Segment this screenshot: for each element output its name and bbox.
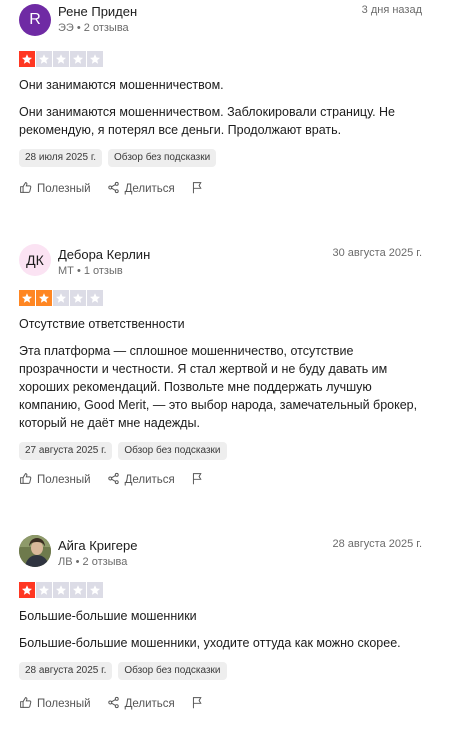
profile-photo-image [19, 535, 51, 567]
star-empty-icon [87, 51, 103, 67]
review-tags: 28 июля 2025 г. Обзор без подсказки [19, 149, 419, 167]
star-empty-icon [53, 51, 69, 67]
share-label: Делиться [124, 183, 175, 195]
review-body: Эта платформа — сплошное мошенничество, … [19, 344, 418, 430]
review-header: ДК Дебора Керлин МТ • 1 отзыв 30 августа… [19, 244, 422, 280]
review-title[interactable]: Они занимаются мошенничеством. [19, 77, 419, 93]
share-button[interactable]: Делиться [107, 696, 175, 712]
flag-icon [191, 181, 204, 197]
reviewer-name[interactable]: Рене Приден [58, 4, 137, 19]
star-filled-icon [19, 51, 35, 67]
report-button[interactable] [191, 696, 204, 712]
star-empty-icon [87, 582, 103, 598]
useful-button[interactable]: Полезный [19, 472, 91, 488]
thumbs-up-icon [19, 696, 32, 712]
useful-button[interactable]: Полезный [19, 181, 91, 197]
star-rating [19, 290, 419, 306]
review-body: Большие-большие мошенники, уходите оттуд… [19, 636, 401, 650]
review-date: 3 дня назад [361, 4, 422, 16]
review-type-tag[interactable]: Обзор без подсказки [108, 149, 217, 167]
review-date: 28 августа 2025 г. [332, 538, 422, 550]
experience-date-tag: 27 августа 2025 г. [19, 442, 113, 460]
thumbs-up-icon [19, 181, 32, 197]
useful-button[interactable]: Полезный [19, 696, 91, 712]
avatar[interactable]: ДК [19, 244, 51, 276]
share-icon [107, 472, 120, 488]
star-empty-icon [53, 290, 69, 306]
avatar[interactable]: R [19, 4, 51, 36]
star-filled-icon [19, 582, 35, 598]
star-filled-icon [36, 290, 52, 306]
reviewer-meta: МТ • 1 отзыв [58, 265, 123, 277]
star-empty-icon [36, 582, 52, 598]
star-empty-icon [87, 290, 103, 306]
useful-label: Полезный [37, 698, 91, 710]
star-empty-icon [70, 582, 86, 598]
review-actions: Полезный Делиться [19, 181, 220, 197]
useful-label: Полезный [37, 474, 91, 486]
review-body: Они занимаются мошенничеством. Заблокиро… [19, 105, 396, 137]
flag-icon [191, 472, 204, 488]
review-actions: Полезный Делиться [19, 696, 220, 712]
avatar-initials: ДК [26, 252, 44, 268]
star-filled-icon [19, 290, 35, 306]
review-tags: 28 августа 2025 г. Обзор без подсказки [19, 662, 419, 680]
review-card: R Рене Приден ЭЭ • 2 отзыва 3 дня назад … [19, 4, 422, 167]
review-actions: Полезный Делиться [19, 472, 220, 488]
star-rating [19, 51, 419, 67]
share-icon [107, 696, 120, 712]
share-label: Делиться [124, 474, 175, 486]
share-icon [107, 181, 120, 197]
review-header: R Рене Приден ЭЭ • 2 отзыва 3 дня назад [19, 4, 422, 40]
useful-label: Полезный [37, 183, 91, 195]
review-date: 30 августа 2025 г. [332, 247, 422, 259]
share-button[interactable]: Делиться [107, 472, 175, 488]
review-card: ДК Дебора Керлин МТ • 1 отзыв 30 августа… [19, 244, 422, 460]
star-empty-icon [70, 290, 86, 306]
star-empty-icon [53, 582, 69, 598]
share-label: Делиться [124, 698, 175, 710]
experience-date-tag: 28 августа 2025 г. [19, 662, 113, 680]
review-header: Айга Кригере ЛВ • 2 отзыва 28 августа 20… [19, 535, 422, 571]
review-card: Айга Кригере ЛВ • 2 отзыва 28 августа 20… [19, 535, 422, 680]
review-tags: 27 августа 2025 г. Обзор без подсказки [19, 442, 419, 460]
flag-icon [191, 696, 204, 712]
star-empty-icon [36, 51, 52, 67]
reviewer-name[interactable]: Айга Кригере [58, 538, 137, 553]
review-title[interactable]: Большие-большие мошенники [19, 608, 419, 624]
report-button[interactable] [191, 472, 204, 488]
star-empty-icon [70, 51, 86, 67]
review-type-tag[interactable]: Обзор без подсказки [118, 662, 227, 680]
reviewer-name[interactable]: Дебора Керлин [58, 247, 150, 262]
thumbs-up-icon [19, 472, 32, 488]
reviewer-meta: ЛВ • 2 отзыва [58, 556, 128, 568]
avatar-photo[interactable] [19, 535, 51, 567]
review-type-tag[interactable]: Обзор без подсказки [118, 442, 227, 460]
review-title[interactable]: Отсутствие ответственности [19, 316, 419, 332]
avatar-initials: R [29, 11, 41, 28]
star-rating [19, 582, 419, 598]
experience-date-tag: 28 июля 2025 г. [19, 149, 103, 167]
report-button[interactable] [191, 181, 204, 197]
reviewer-meta: ЭЭ • 2 отзыва [58, 22, 129, 34]
share-button[interactable]: Делиться [107, 181, 175, 197]
